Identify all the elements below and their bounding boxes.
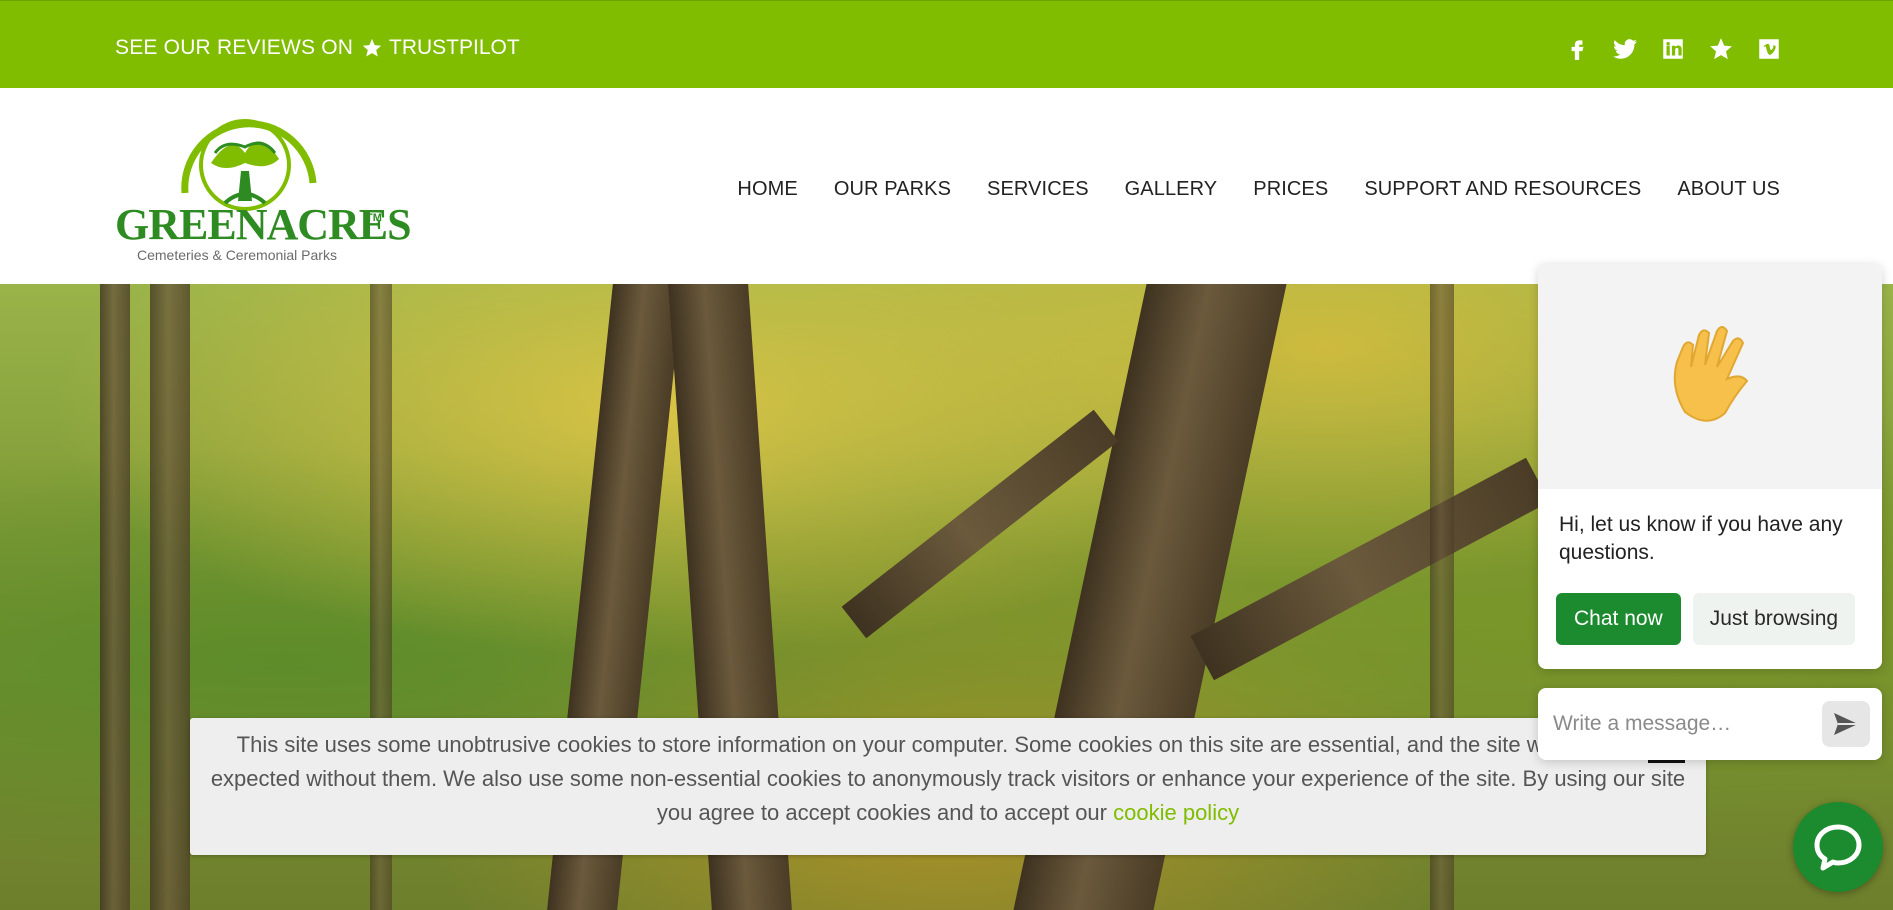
send-button[interactable] bbox=[1822, 701, 1870, 747]
trustpilot-link[interactable]: TRUSTPILOT bbox=[361, 36, 520, 60]
vimeo-icon[interactable] bbox=[1755, 35, 1783, 63]
tree-icon bbox=[181, 119, 317, 211]
reviews-text: SEE OUR REVIEWS ON bbox=[115, 36, 354, 59]
star-icon[interactable] bbox=[1707, 35, 1735, 63]
just-browsing-button[interactable]: Just browsing bbox=[1692, 593, 1856, 645]
logo-tagline: Cemeteries & Ceremonial Parks bbox=[137, 247, 337, 263]
chat-popup: Hi, let us know if you have any question… bbox=[1538, 264, 1882, 669]
tree-branch bbox=[1190, 457, 1550, 681]
twitter-icon[interactable] bbox=[1611, 35, 1639, 63]
chat-greeting: Hi, let us know if you have any question… bbox=[1559, 513, 1843, 564]
main-nav: HOME OUR PARKS SERVICES GALLERY PRICES S… bbox=[737, 178, 1780, 201]
trustpilot-label: TRUSTPILOT bbox=[389, 36, 520, 59]
tree-trunk bbox=[100, 284, 130, 910]
logo-wordmark: GREENACRES bbox=[115, 200, 412, 249]
top-bar: SEE OUR REVIEWS ON TRUSTPILOT bbox=[0, 0, 1893, 88]
nav-gallery[interactable]: GALLERY bbox=[1125, 178, 1218, 201]
cookie-banner: This site uses some unobtrusive cookies … bbox=[190, 718, 1706, 855]
nav-about-us[interactable]: ABOUT US bbox=[1677, 178, 1780, 201]
send-icon bbox=[1834, 713, 1858, 735]
nav-support-and-resources[interactable]: SUPPORT AND RESOURCES bbox=[1364, 178, 1641, 201]
greenacres-logo[interactable]: GREENACRES TM Cemeteries & Ceremonial Pa… bbox=[115, 113, 412, 263]
chat-header bbox=[1538, 264, 1882, 489]
linkedin-icon[interactable] bbox=[1659, 35, 1687, 63]
chat-now-button[interactable]: Chat now bbox=[1556, 593, 1681, 645]
waving-hand-icon bbox=[1673, 325, 1749, 422]
star-icon bbox=[362, 38, 382, 57]
cookie-close-button[interactable] bbox=[1648, 760, 1685, 763]
site-header: GREENACRES TM Cemeteries & Ceremonial Pa… bbox=[0, 88, 1893, 284]
nav-home[interactable]: HOME bbox=[737, 178, 797, 201]
tree-trunk bbox=[150, 284, 190, 910]
cookie-policy-link[interactable]: cookie policy bbox=[1113, 800, 1239, 825]
chat-bubble-icon bbox=[1814, 824, 1862, 871]
logo-trademark: TM bbox=[366, 212, 382, 224]
chat-message-input[interactable] bbox=[1553, 705, 1813, 743]
tree-branch bbox=[841, 409, 1119, 639]
nav-prices[interactable]: PRICES bbox=[1253, 178, 1328, 201]
nav-our-parks[interactable]: OUR PARKS bbox=[834, 178, 951, 201]
social-links bbox=[1563, 35, 1783, 63]
chat-buttons: Chat now Just browsing bbox=[1556, 593, 1856, 645]
cookie-text: This site uses some unobtrusive cookies … bbox=[210, 732, 1686, 825]
nav-services[interactable]: SERVICES bbox=[987, 178, 1089, 201]
chat-input-bar bbox=[1538, 688, 1882, 760]
chat-launcher-button[interactable] bbox=[1793, 802, 1883, 892]
facebook-icon[interactable] bbox=[1563, 35, 1591, 63]
